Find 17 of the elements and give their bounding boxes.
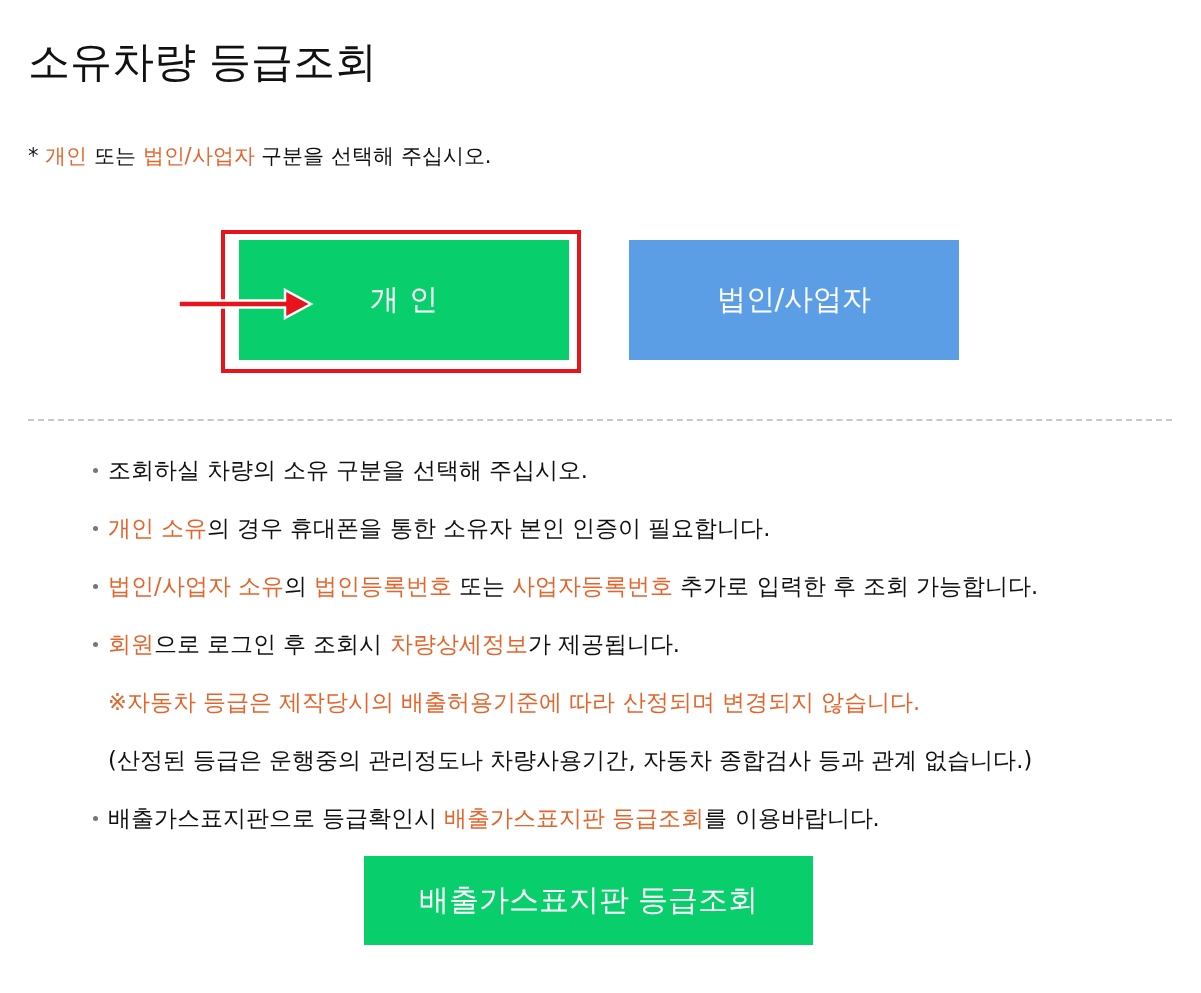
owner-type-button[interactable]: 개 인	[239, 240, 569, 360]
instruction-text: * 개인 또는 법인/사업자 구분을 선택해 주십시오.	[28, 143, 492, 169]
list-text: 법인/사업자 소유의 법인등록번호 또는 사업자등록번호 추가로 입력한 후 조회 가능합니다.	[108, 572, 1039, 601]
bullet-icon	[93, 641, 98, 647]
plate-lookup-button[interactable]: 배출가스표지판 등급조회	[364, 856, 813, 945]
list-text: 개인 소유의 경우 휴대폰을 통한 소유자 본인 인증이 필요합니다.	[108, 514, 771, 543]
note-text: (산정된 등급은 운행중의 관리정도나 차량사용기간, 자동차 종합검사 등과 관계 없습니다.)	[108, 746, 1033, 775]
list-text: 배출가스표지판으로 등급확인시 배출가스표지판 등급조회를 이용바랍니다.	[108, 804, 880, 833]
bullet-icon	[93, 815, 98, 821]
bullet-icon	[93, 583, 98, 589]
owner-type-button[interactable]: 법인/사업자	[629, 240, 959, 360]
list-text: 조회하실 차량의 소유 구분을 선택해 주십시오.	[108, 456, 588, 485]
list-text: 회원으로 로그인 후 조회시 차량상세정보가 제공됩니다.	[108, 630, 680, 659]
bullet-icon	[93, 467, 98, 473]
page-title: 소유차량 등급조회	[28, 36, 378, 88]
note-text: ※자동차 등급은 제작당시의 배출허용기준에 따라 산정되며 변경되지 않습니다.	[108, 688, 921, 717]
bullet-icon	[93, 525, 98, 531]
